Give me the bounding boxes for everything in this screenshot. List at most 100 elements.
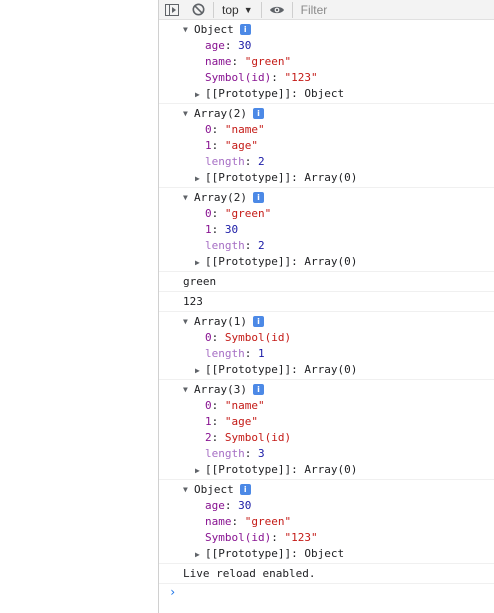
property-row: name: "green" [159, 514, 494, 530]
toolbar-divider [291, 1, 293, 18]
console-messages: ▼ Object i age: 30 name: "green" Symbol(id): … [159, 20, 494, 600]
triangle-collapsed-icon[interactable]: ▶ [195, 255, 205, 271]
object-header[interactable]: ▼ Array(3) i [159, 382, 494, 398]
property-key: 2 [205, 431, 212, 444]
console-message: ▼ Object i age: 30 name: "green" Symbol(id): … [159, 480, 494, 564]
clear-console-icon [192, 3, 204, 16]
prototype-row[interactable]: ▶ [[Prototype]]: Array(0) [159, 254, 494, 270]
property-row: Symbol(id): "123" [159, 70, 494, 86]
info-icon[interactable]: i [239, 483, 251, 495]
property-key: Symbol(id) [205, 531, 272, 544]
property-separator: : [224, 499, 239, 512]
console-panel: top ▼ Filter ▼ Object i age: 30 name: "green… [159, 0, 494, 613]
console-message: 123 [159, 292, 494, 312]
object-header[interactable]: ▼ Array(2) i [159, 106, 494, 122]
property-row: length: 2 [159, 154, 494, 170]
info-icon[interactable]: i [252, 191, 264, 203]
property-separator: : [244, 347, 258, 360]
log-text: green [183, 275, 217, 288]
property-value: 30 [224, 223, 239, 236]
context-selector[interactable]: top ▼ [216, 0, 259, 20]
property-separator: : [231, 55, 245, 68]
object-preview: Array(2) [194, 107, 247, 120]
console-message: ▼ Array(2) i 0: "green" 1: 30 length: 2 ▶ [[Pro… [159, 188, 494, 272]
property-separator: : [244, 239, 258, 252]
triangle-expanded-icon[interactable]: ▼ [183, 382, 193, 398]
toolbar-divider [213, 1, 214, 18]
property-key: 0 [205, 123, 212, 136]
triangle-collapsed-icon[interactable]: ▶ [195, 171, 205, 187]
info-icon[interactable]: i [252, 315, 264, 327]
property-key: name [205, 515, 232, 528]
live-expression-button[interactable] [264, 0, 290, 20]
property-value: "green" [244, 55, 292, 68]
toolbar-divider [260, 1, 262, 18]
filter-input[interactable]: Filter [295, 0, 494, 20]
console-prompt[interactable]: › [159, 584, 494, 600]
object-header[interactable]: ▼ Object i [159, 482, 494, 498]
object-header[interactable]: ▼ Object i [159, 22, 494, 38]
property-key: name [205, 55, 232, 68]
object-header[interactable]: ▼ Array(2) i [159, 190, 494, 206]
property-value: "name" [224, 123, 265, 136]
prototype-row[interactable]: ▶ [[Prototype]]: Array(0) [159, 170, 494, 186]
property-key: length [205, 155, 245, 168]
prototype-row[interactable]: ▶ [[Prototype]]: Object [159, 546, 494, 562]
prototype-label: [[Prototype]]: Array(0) [205, 255, 358, 268]
property-row: 1: "age" [159, 138, 494, 154]
property-row: length: 2 [159, 238, 494, 254]
prototype-label: [[Prototype]]: Array(0) [205, 171, 358, 184]
triangle-collapsed-icon[interactable]: ▶ [195, 363, 205, 379]
property-row: age: 30 [159, 498, 494, 514]
page-viewport [0, 0, 159, 613]
info-icon[interactable]: i [252, 107, 264, 119]
property-value: 3 [258, 447, 265, 460]
property-separator: : [211, 431, 225, 444]
info-icon[interactable]: i [239, 23, 251, 35]
property-value: "age" [224, 139, 258, 152]
property-value: "123" [284, 71, 318, 84]
clear-console-button[interactable] [185, 0, 211, 20]
property-value: 2 [258, 239, 265, 252]
console-message: ▼ Array(3) i 0: "name" 1: "age" 2: Symbol(id)… [159, 380, 494, 480]
triangle-collapsed-icon[interactable]: ▶ [195, 87, 205, 103]
triangle-expanded-icon[interactable]: ▼ [183, 106, 193, 122]
filter-placeholder: Filter [300, 2, 328, 17]
eye-icon [269, 6, 284, 13]
log-text: 123 [183, 295, 203, 308]
property-value: "123" [284, 531, 318, 544]
property-row: 0: "green" [159, 206, 494, 222]
property-separator: : [224, 39, 239, 52]
sidebar-toggle-button[interactable] [159, 0, 185, 20]
object-header[interactable]: ▼ Array(1) i [159, 314, 494, 330]
object-preview: Array(3) [194, 383, 247, 396]
property-key: length [205, 239, 245, 252]
property-row: 0: "name" [159, 398, 494, 414]
triangle-expanded-icon[interactable]: ▼ [183, 22, 193, 38]
triangle-expanded-icon[interactable]: ▼ [183, 482, 193, 498]
property-separator: : [211, 399, 225, 412]
property-separator: : [244, 155, 258, 168]
property-row: age: 30 [159, 38, 494, 54]
property-row: 2: Symbol(id) [159, 430, 494, 446]
prototype-label: [[Prototype]]: Array(0) [205, 363, 358, 376]
property-key: 1 [205, 139, 212, 152]
property-value: "green" [244, 515, 292, 528]
prototype-row[interactable]: ▶ [[Prototype]]: Object [159, 86, 494, 102]
property-value: "name" [224, 399, 265, 412]
property-key: length [205, 447, 245, 460]
triangle-collapsed-icon[interactable]: ▶ [195, 547, 205, 563]
info-icon[interactable]: i [252, 383, 264, 395]
prototype-label: [[Prototype]]: Object [205, 87, 345, 100]
triangle-collapsed-icon[interactable]: ▶ [195, 463, 205, 479]
property-row: 1: "age" [159, 414, 494, 430]
property-separator: : [271, 71, 285, 84]
property-separator: : [211, 123, 225, 136]
property-row: Symbol(id): "123" [159, 530, 494, 546]
triangle-expanded-icon[interactable]: ▼ [183, 314, 193, 330]
property-value: 30 [238, 39, 252, 52]
property-row: name: "green" [159, 54, 494, 70]
prototype-row[interactable]: ▶ [[Prototype]]: Array(0) [159, 362, 494, 378]
prototype-row[interactable]: ▶ [[Prototype]]: Array(0) [159, 462, 494, 478]
triangle-expanded-icon[interactable]: ▼ [183, 190, 193, 206]
